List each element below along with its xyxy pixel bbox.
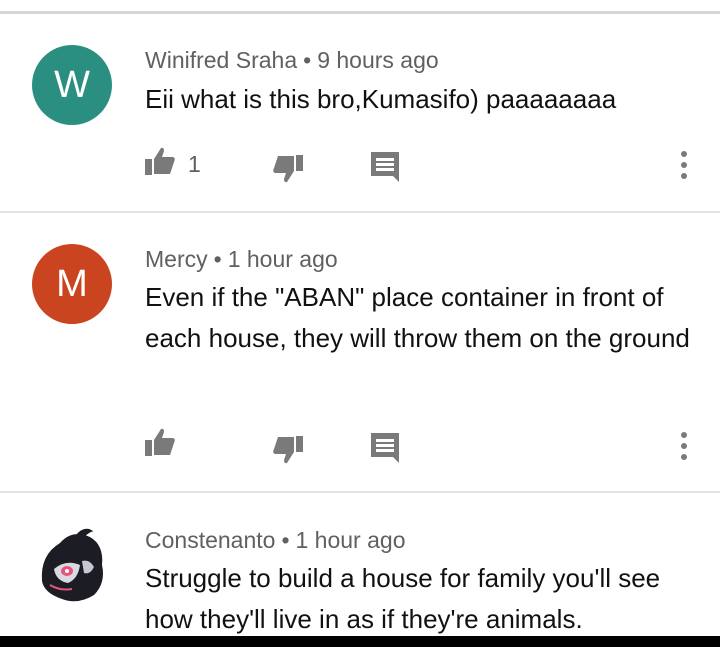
dislike-button[interactable] [270,432,306,468]
comment-actions: 1 [0,143,720,183]
more-button[interactable] [668,145,700,185]
reply-button[interactable] [369,430,401,466]
author-name[interactable]: Constenanto [145,527,275,553]
author-name[interactable]: Winifred Sraha [145,47,297,73]
thumb-up-icon [145,428,175,456]
divider [0,491,720,493]
dislike-button[interactable] [270,151,306,187]
bottom-bar [0,636,720,647]
comment-text: Even if the "ABAN" place container in fr… [145,282,690,353]
reply-button[interactable] [369,149,401,185]
comment-actions [0,424,720,464]
comment-icon [371,152,399,182]
avatar-letter: W [54,63,90,106]
author-name[interactable]: Mercy [145,246,208,272]
like-button[interactable] [144,424,176,460]
like-button[interactable] [144,143,176,179]
thumb-up-icon [145,147,175,175]
separator-dot: • [303,47,312,73]
more-button[interactable] [668,426,700,466]
thumb-down-icon [273,155,303,183]
timestamp: 9 hours ago [317,47,439,73]
more-vert-icon [681,151,687,179]
comment-meta: Winifred Sraha • 9 hours ago [145,47,439,74]
comment-meta: Mercy • 1 hour ago [145,246,338,273]
character-avatar-image [32,525,112,605]
avatar[interactable]: M [32,244,112,324]
comment-meta: Constenanto • 1 hour ago [145,527,405,554]
divider [0,211,720,213]
top-border [0,0,720,14]
timestamp: 1 hour ago [227,246,338,272]
thumb-down-icon [273,436,303,464]
comment-text: Struggle to build a house for family you… [145,563,661,634]
separator-dot: • [213,246,222,272]
timestamp: 1 hour ago [295,527,406,553]
avatar-letter: M [56,262,88,305]
avatar[interactable] [32,525,112,605]
avatar[interactable]: W [32,45,112,125]
like-count: 1 [188,151,201,177]
comment-icon [371,433,399,463]
comment-text: Eii what is this bro,Kumasifo) paaaaaaaa [145,84,617,114]
more-vert-icon [681,432,687,460]
separator-dot: • [281,527,290,553]
